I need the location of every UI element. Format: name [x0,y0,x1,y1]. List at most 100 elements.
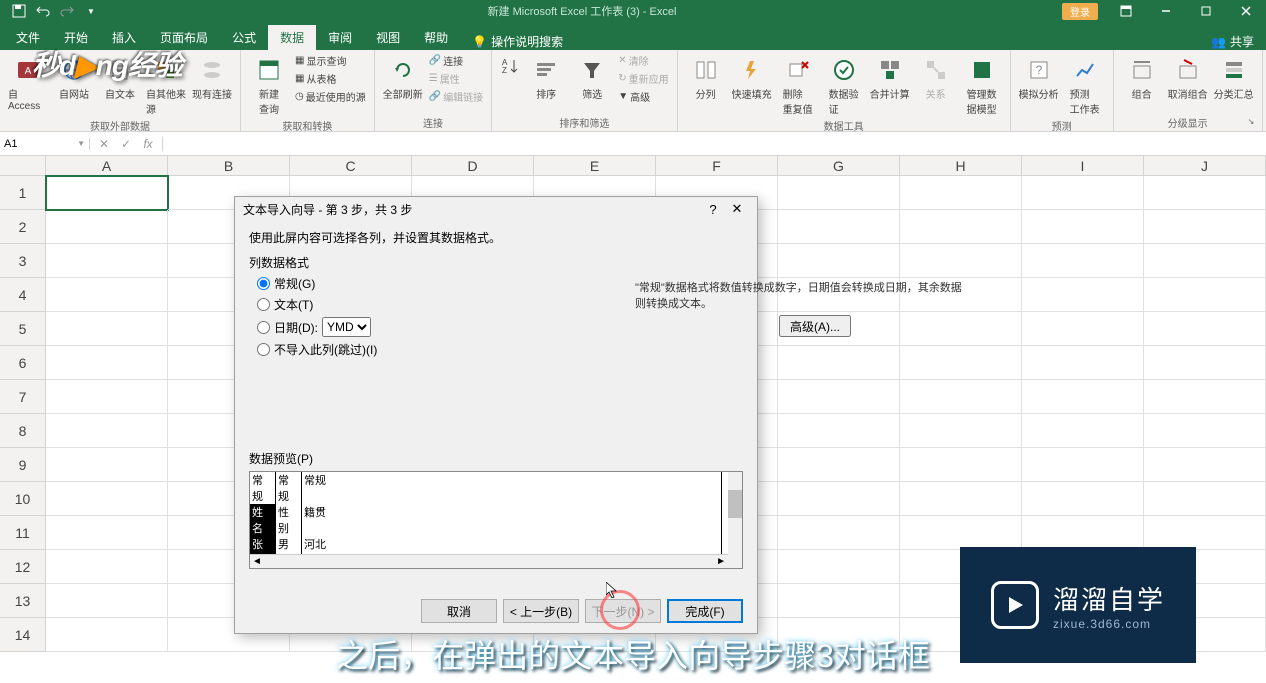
row-header[interactable]: 13 [0,584,46,618]
preview-row[interactable]: 李四男河南 [250,568,742,569]
col-header[interactable]: J [1144,156,1266,175]
cell[interactable] [1144,584,1266,618]
row-header[interactable]: 10 [0,482,46,516]
col-header[interactable]: F [656,156,778,175]
cell[interactable] [46,414,168,448]
advanced-filter-button[interactable]: ▼高级 [616,88,670,105]
cell[interactable] [778,210,900,244]
cell[interactable] [46,210,168,244]
cell[interactable] [46,244,168,278]
cell[interactable] [900,380,1022,414]
date-format-select[interactable]: YMD [322,317,371,337]
cell[interactable] [46,482,168,516]
preview-vscrollbar[interactable] [728,472,742,568]
consolidate-button[interactable]: 合并计算 [868,52,912,103]
row-header[interactable]: 2 [0,210,46,244]
tab-home[interactable]: 开始 [52,25,100,50]
cell[interactable] [900,414,1022,448]
row-header[interactable]: 3 [0,244,46,278]
cell[interactable] [778,584,900,618]
cell[interactable] [778,516,900,550]
cell[interactable] [900,550,1022,584]
from-other-button[interactable]: 自其他来源 [144,52,188,118]
col-header[interactable]: H [900,156,1022,175]
fx-icon[interactable]: fx [138,137,158,151]
cell[interactable] [778,482,900,516]
cell[interactable] [900,312,1022,346]
qat-dropdown-icon[interactable]: ▼ [80,0,102,22]
recent-sources-button[interactable]: ◷最近使用的源 [293,88,368,105]
cell[interactable] [900,618,1022,652]
cell[interactable] [1022,346,1144,380]
scrollbar-thumb[interactable] [728,490,742,518]
cancel-button[interactable]: 取消 [421,599,497,623]
cell[interactable] [1022,516,1144,550]
cell[interactable] [1022,176,1144,210]
relationships-button[interactable]: 关系 [914,52,958,103]
redo-icon[interactable] [56,0,78,22]
undo-icon[interactable] [32,0,54,22]
cell[interactable] [1144,176,1266,210]
cell[interactable] [1022,550,1144,584]
cell[interactable] [46,618,168,652]
row-header[interactable]: 6 [0,346,46,380]
from-text-button[interactable]: 自文本 [98,52,142,103]
tab-insert[interactable]: 插入 [100,25,148,50]
col-header[interactable]: C [290,156,412,175]
cell[interactable] [46,346,168,380]
enter-formula-icon[interactable]: ✓ [116,137,136,151]
select-all-corner[interactable] [0,156,46,175]
cell[interactable] [900,448,1022,482]
tab-review[interactable]: 审阅 [316,25,364,50]
group-button[interactable]: 组合 [1120,52,1164,103]
ribbon-display-icon[interactable] [1106,0,1146,22]
filter-button[interactable]: 筛选 [570,52,614,103]
scroll-right-icon[interactable]: ► [716,556,726,567]
cell[interactable] [46,278,168,312]
forecast-button[interactable]: 预测 工作表 [1063,52,1107,118]
reapply-button[interactable]: ↻重新应用 [616,70,670,87]
cell[interactable] [900,210,1022,244]
data-preview[interactable]: 常规 常规 常规 姓名性别籍贯张三男河北李四男河南张媛女北京赵彤女山东 ◄► [249,471,743,569]
tab-file[interactable]: 文件 [4,25,52,50]
cell[interactable] [778,176,900,210]
cell[interactable] [1144,380,1266,414]
clear-filter-button[interactable]: ✕清除 [616,52,670,69]
cell[interactable] [778,448,900,482]
row-header[interactable]: 5 [0,312,46,346]
row-header[interactable]: 9 [0,448,46,482]
cell[interactable] [46,312,168,346]
whatif-button[interactable]: ?模拟分析 [1017,52,1061,103]
cell[interactable] [46,584,168,618]
data-model-button[interactable]: 管理数 据模型 [960,52,1004,118]
tab-layout[interactable]: 页面布局 [148,25,220,50]
tell-me-search[interactable]: 💡 操作说明搜索 [472,33,563,50]
cell[interactable] [900,584,1022,618]
cell[interactable] [46,448,168,482]
tab-data[interactable]: 数据 [268,25,316,50]
tab-formulas[interactable]: 公式 [220,25,268,50]
row-header[interactable]: 8 [0,414,46,448]
cell[interactable] [778,618,900,652]
row-header[interactable]: 4 [0,278,46,312]
cell[interactable] [1022,312,1144,346]
scroll-left-icon[interactable]: ◄ [252,556,262,567]
cell[interactable] [1144,346,1266,380]
cell[interactable] [46,380,168,414]
preview-row[interactable]: 姓名性别籍贯 [250,504,742,536]
cell[interactable] [778,414,900,448]
advanced-button[interactable]: 高级(A)... [779,315,851,337]
text-to-columns-button[interactable]: 分列 [684,52,728,103]
col-header[interactable]: B [168,156,290,175]
cell[interactable] [900,516,1022,550]
cell[interactable] [46,516,168,550]
ungroup-button[interactable]: 取消组合 [1166,52,1210,103]
sort-az-button[interactable]: AZ [498,52,522,80]
cell[interactable] [900,346,1022,380]
save-icon[interactable] [8,0,30,22]
cell[interactable] [778,346,900,380]
flash-fill-button[interactable]: 快速填充 [730,52,774,103]
col-header[interactable]: D [412,156,534,175]
close-icon[interactable] [1226,0,1266,22]
radio-date[interactable]: 日期(D): YMD [257,317,743,337]
